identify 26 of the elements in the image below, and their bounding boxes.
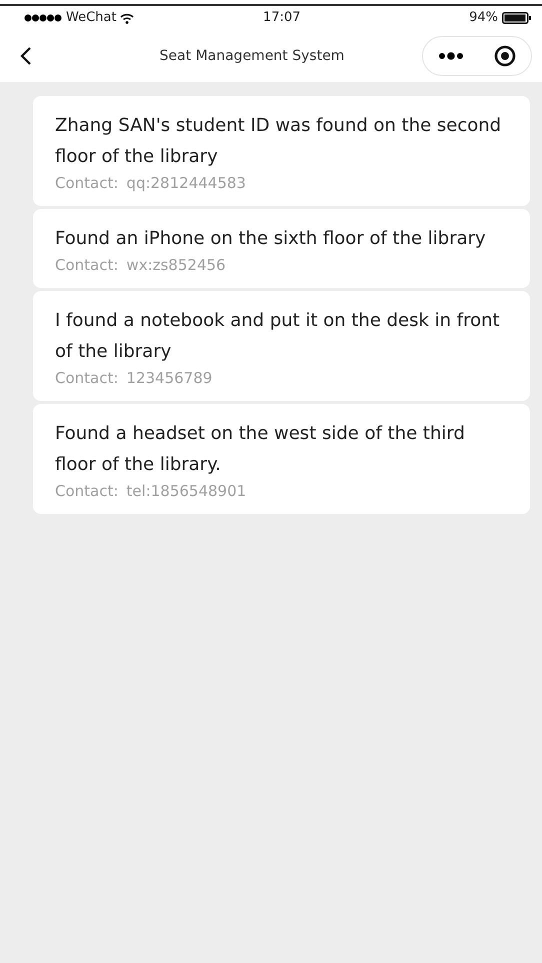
item-description: I found a notebook and put it on the desk in front of the library: [55, 309, 501, 364]
wifi-icon: [120, 12, 134, 24]
item-description: Found a headset on the west side of the third floor of the library.: [55, 422, 466, 477]
item-description: Found an iPhone on the sixth floor of the library: [55, 227, 487, 251]
contact-value: wx:zs852456: [126, 255, 226, 276]
more-icon[interactable]: [438, 52, 464, 60]
contact-label: Contact:: [55, 368, 118, 389]
clock-time: 17:07: [263, 9, 301, 28]
found-item-card[interactable]: Found a headset on the west side of the third floor of the library. Contact: tel:1856548901: [33, 404, 530, 514]
contact-label: Contact:: [55, 173, 118, 194]
item-description: Zhang SAN's student ID was found on the second floor of the library: [55, 114, 502, 169]
contact-value: qq:2812444583: [126, 173, 246, 194]
carrier-name: WeChat: [66, 9, 116, 28]
contact-label: Contact:: [55, 255, 118, 276]
battery-icon: [502, 12, 532, 24]
contact-value: 123456789: [126, 368, 212, 389]
contact-label: Contact:: [55, 481, 118, 502]
close-icon[interactable]: [494, 45, 516, 67]
battery-percentage: 94%: [469, 9, 498, 28]
back-icon[interactable]: [20, 46, 32, 66]
signal-icon: [24, 14, 62, 22]
found-item-card[interactable]: Zhang SAN's student ID was found on the second floor of the library Contact: qq:2812444583: [33, 96, 530, 206]
found-item-card[interactable]: Found an iPhone on the sixth floor of the library Contact: wx:zs852456: [33, 209, 530, 288]
contact-value: tel:1856548901: [126, 481, 246, 502]
page-title: Seat Management System: [160, 46, 344, 66]
found-item-card[interactable]: I found a notebook and put it on the desk in front of the library Contact: 123456789: [33, 291, 530, 401]
